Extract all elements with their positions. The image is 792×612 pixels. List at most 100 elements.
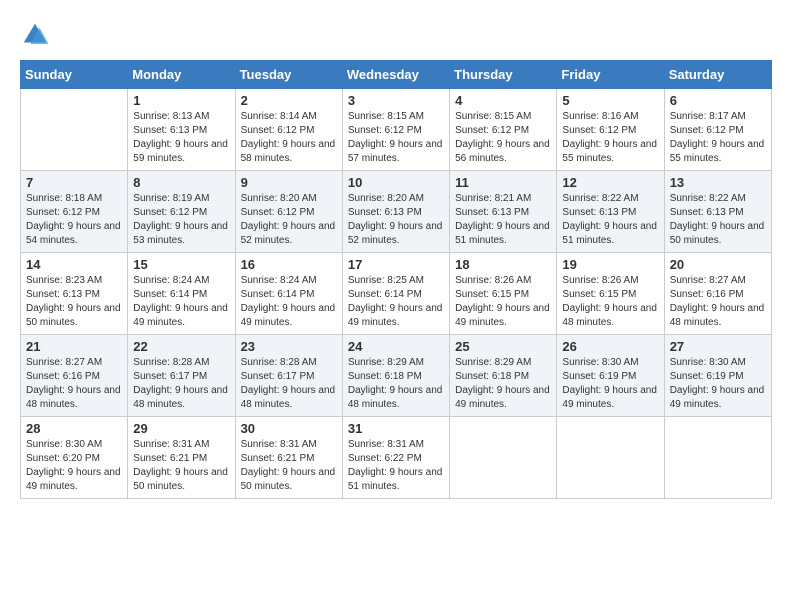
day-info: Sunrise: 8:17 AMSunset: 6:12 PMDaylight:… — [670, 110, 766, 166]
day-number: 21 — [26, 339, 122, 354]
day-number: 19 — [562, 257, 658, 272]
calendar-day-cell: 12 Sunrise: 8:22 AMSunset: 6:13 PMDayligh… — [557, 171, 664, 253]
day-info: Sunrise: 8:19 AMSunset: 6:12 PMDaylight:… — [133, 192, 229, 248]
day-info: Sunrise: 8:18 AMSunset: 6:12 PMDaylight:… — [26, 192, 122, 248]
calendar-day-cell: 15 Sunrise: 8:24 AMSunset: 6:14 PMDayligh… — [128, 253, 235, 335]
day-info: Sunrise: 8:20 AMSunset: 6:12 PMDaylight:… — [241, 192, 337, 248]
calendar-day-cell: 24 Sunrise: 8:29 AMSunset: 6:18 PMDayligh… — [342, 335, 449, 417]
weekday-header-wednesday: Wednesday — [342, 61, 449, 89]
calendar-day-cell: 31Sunrise: 8:31 AMSunset: 6:22 PMDayligh… — [342, 417, 449, 499]
day-info: Sunrise: 8:27 AMSunset: 6:16 PMDaylight:… — [26, 356, 122, 412]
day-number: 6 — [670, 93, 766, 108]
day-info: Sunrise: 8:26 AMSunset: 6:15 PMDaylight:… — [455, 274, 551, 330]
day-number: 1 — [133, 93, 229, 108]
day-number: 12 — [562, 175, 658, 190]
day-info: Sunrise: 8:31 AMSunset: 6:22 PMDaylight:… — [348, 438, 444, 494]
weekday-header-saturday: Saturday — [664, 61, 771, 89]
calendar-day-cell: 22 Sunrise: 8:28 AMSunset: 6:17 PMDayligh… — [128, 335, 235, 417]
day-number: 27 — [670, 339, 766, 354]
day-number: 17 — [348, 257, 444, 272]
calendar-day-cell: 3 Sunrise: 8:15 AMSunset: 6:12 PMDaylight… — [342, 89, 449, 171]
day-info: Sunrise: 8:21 AMSunset: 6:13 PMDaylight:… — [455, 192, 551, 248]
day-info: Sunrise: 8:29 AMSunset: 6:18 PMDaylight:… — [455, 356, 551, 412]
day-number: 30 — [241, 421, 337, 436]
day-info: Sunrise: 8:28 AMSunset: 6:17 PMDaylight:… — [133, 356, 229, 412]
calendar-day-cell: 6 Sunrise: 8:17 AMSunset: 6:12 PMDaylight… — [664, 89, 771, 171]
calendar-week-row: 28Sunrise: 8:30 AMSunset: 6:20 PMDayligh… — [21, 417, 772, 499]
logo — [20, 20, 54, 50]
calendar-day-cell: 13Sunrise: 8:22 AMSunset: 6:13 PMDayligh… — [664, 171, 771, 253]
day-info: Sunrise: 8:22 AMSunset: 6:13 PMDaylight:… — [670, 192, 766, 248]
day-info: Sunrise: 8:25 AMSunset: 6:14 PMDaylight:… — [348, 274, 444, 330]
day-info: Sunrise: 8:14 AMSunset: 6:12 PMDaylight:… — [241, 110, 337, 166]
calendar-day-cell: 25Sunrise: 8:29 AMSunset: 6:18 PMDayligh… — [450, 335, 557, 417]
calendar-day-cell: 8 Sunrise: 8:19 AMSunset: 6:12 PMDaylight… — [128, 171, 235, 253]
day-number: 4 — [455, 93, 551, 108]
day-number: 14 — [26, 257, 122, 272]
header — [20, 20, 772, 50]
calendar-day-cell — [557, 417, 664, 499]
calendar-day-cell: 9 Sunrise: 8:20 AMSunset: 6:12 PMDaylight… — [235, 171, 342, 253]
day-number: 8 — [133, 175, 229, 190]
day-number: 22 — [133, 339, 229, 354]
day-number: 9 — [241, 175, 337, 190]
day-number: 26 — [562, 339, 658, 354]
day-info: Sunrise: 8:24 AMSunset: 6:14 PMDaylight:… — [241, 274, 337, 330]
calendar-week-row: 7 Sunrise: 8:18 AMSunset: 6:12 PMDaylight… — [21, 171, 772, 253]
calendar-day-cell: 18 Sunrise: 8:26 AMSunset: 6:15 PMDayligh… — [450, 253, 557, 335]
calendar-day-cell: 19 Sunrise: 8:26 AMSunset: 6:15 PMDayligh… — [557, 253, 664, 335]
day-info: Sunrise: 8:26 AMSunset: 6:15 PMDaylight:… — [562, 274, 658, 330]
calendar-day-cell — [664, 417, 771, 499]
day-number: 18 — [455, 257, 551, 272]
day-info: Sunrise: 8:20 AMSunset: 6:13 PMDaylight:… — [348, 192, 444, 248]
day-number: 3 — [348, 93, 444, 108]
calendar-day-cell: 23 Sunrise: 8:28 AMSunset: 6:17 PMDayligh… — [235, 335, 342, 417]
calendar-day-cell: 16 Sunrise: 8:24 AMSunset: 6:14 PMDayligh… — [235, 253, 342, 335]
day-number: 23 — [241, 339, 337, 354]
day-info: Sunrise: 8:28 AMSunset: 6:17 PMDaylight:… — [241, 356, 337, 412]
calendar-day-cell: 29Sunrise: 8:31 AMSunset: 6:21 PMDayligh… — [128, 417, 235, 499]
day-number: 15 — [133, 257, 229, 272]
weekday-header-tuesday: Tuesday — [235, 61, 342, 89]
calendar-day-cell: 2 Sunrise: 8:14 AMSunset: 6:12 PMDaylight… — [235, 89, 342, 171]
day-number: 16 — [241, 257, 337, 272]
calendar-day-cell: 4Sunrise: 8:15 AMSunset: 6:12 PMDaylight… — [450, 89, 557, 171]
day-number: 29 — [133, 421, 229, 436]
calendar-day-cell: 28Sunrise: 8:30 AMSunset: 6:20 PMDayligh… — [21, 417, 128, 499]
calendar-day-cell: 5Sunrise: 8:16 AMSunset: 6:12 PMDaylight… — [557, 89, 664, 171]
day-number: 2 — [241, 93, 337, 108]
day-info: Sunrise: 8:30 AMSunset: 6:20 PMDaylight:… — [26, 438, 122, 494]
day-info: Sunrise: 8:27 AMSunset: 6:16 PMDaylight:… — [670, 274, 766, 330]
calendar-day-cell: 26 Sunrise: 8:30 AMSunset: 6:19 PMDayligh… — [557, 335, 664, 417]
day-info: Sunrise: 8:22 AMSunset: 6:13 PMDaylight:… — [562, 192, 658, 248]
calendar-week-row: 21 Sunrise: 8:27 AMSunset: 6:16 PMDayligh… — [21, 335, 772, 417]
calendar-day-cell: 14 Sunrise: 8:23 AMSunset: 6:13 PMDayligh… — [21, 253, 128, 335]
calendar-day-cell: 30Sunrise: 8:31 AMSunset: 6:21 PMDayligh… — [235, 417, 342, 499]
calendar-week-row: 14 Sunrise: 8:23 AMSunset: 6:13 PMDayligh… — [21, 253, 772, 335]
calendar-day-cell: 21 Sunrise: 8:27 AMSunset: 6:16 PMDayligh… — [21, 335, 128, 417]
day-number: 24 — [348, 339, 444, 354]
day-info: Sunrise: 8:30 AMSunset: 6:19 PMDaylight:… — [562, 356, 658, 412]
day-info: Sunrise: 8:24 AMSunset: 6:14 PMDaylight:… — [133, 274, 229, 330]
day-info: Sunrise: 8:29 AMSunset: 6:18 PMDaylight:… — [348, 356, 444, 412]
day-info: Sunrise: 8:23 AMSunset: 6:13 PMDaylight:… — [26, 274, 122, 330]
day-info: Sunrise: 8:15 AMSunset: 6:12 PMDaylight:… — [348, 110, 444, 166]
calendar-day-cell: 7 Sunrise: 8:18 AMSunset: 6:12 PMDaylight… — [21, 171, 128, 253]
day-number: 5 — [562, 93, 658, 108]
calendar-day-cell: 20Sunrise: 8:27 AMSunset: 6:16 PMDayligh… — [664, 253, 771, 335]
calendar-day-cell: 11 Sunrise: 8:21 AMSunset: 6:13 PMDayligh… — [450, 171, 557, 253]
weekday-header-thursday: Thursday — [450, 61, 557, 89]
calendar-day-cell: 1 Sunrise: 8:13 AMSunset: 6:13 PMDaylight… — [128, 89, 235, 171]
calendar-day-cell: 10 Sunrise: 8:20 AMSunset: 6:13 PMDayligh… — [342, 171, 449, 253]
weekday-header-sunday: Sunday — [21, 61, 128, 89]
day-info: Sunrise: 8:13 AMSunset: 6:13 PMDaylight:… — [133, 110, 229, 166]
calendar: SundayMondayTuesdayWednesdayThursdayFrid… — [20, 60, 772, 499]
day-number: 7 — [26, 175, 122, 190]
day-number: 11 — [455, 175, 551, 190]
day-info: Sunrise: 8:30 AMSunset: 6:19 PMDaylight:… — [670, 356, 766, 412]
calendar-day-cell — [450, 417, 557, 499]
calendar-day-cell: 17 Sunrise: 8:25 AMSunset: 6:14 PMDayligh… — [342, 253, 449, 335]
calendar-day-cell — [21, 89, 128, 171]
day-number: 10 — [348, 175, 444, 190]
weekday-header-monday: Monday — [128, 61, 235, 89]
